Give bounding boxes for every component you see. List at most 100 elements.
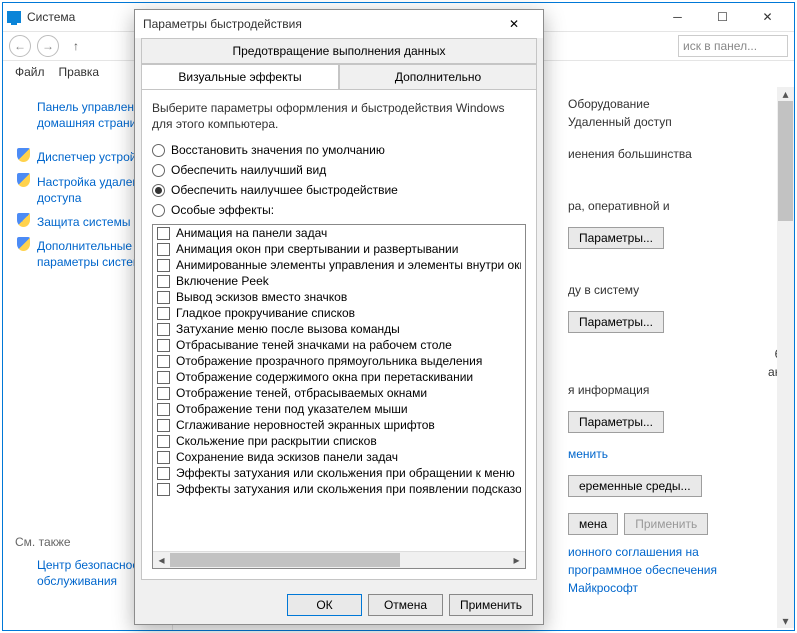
env-vars-button[interactable]: еременные среды... (568, 475, 702, 497)
performance-options-dialog: Параметры быстродействия ✕ Предотвращени… (134, 9, 544, 625)
checkbox-icon[interactable] (157, 227, 170, 240)
nav-up-button[interactable]: ↑ (65, 35, 87, 57)
tab-visual-effects[interactable]: Визуальные эффекты (141, 64, 339, 89)
params-button-3[interactable]: Параметры... (568, 411, 664, 433)
label-info: я информация (568, 381, 788, 399)
checkbox-icon[interactable] (157, 339, 170, 352)
perf-title: Параметры быстродействия (143, 17, 302, 31)
radio-restore-defaults[interactable]: Восстановить значения по умолчанию (152, 140, 526, 160)
checkbox-icon[interactable] (157, 387, 170, 400)
nav-back-button[interactable]: ← (9, 35, 31, 57)
effect-label: Анимация на панели задач (176, 226, 327, 240)
main-right-column: Оборудование Удаленный доступ иенения бо… (568, 85, 788, 630)
search-input[interactable]: иск в панел... (678, 35, 788, 57)
menu-file[interactable]: Файл (15, 65, 45, 79)
checkbox-icon[interactable] (157, 323, 170, 336)
scroll-down-icon[interactable]: ▾ (777, 614, 794, 628)
effect-item[interactable]: Гладкое прокручивание списков (153, 305, 525, 321)
effect-item[interactable]: Сохранение вида эскизов панели задач (153, 449, 525, 465)
radio-label: Обеспечить наилучший вид (171, 163, 326, 177)
main-scrollbar[interactable]: ▴ ▾ (777, 87, 794, 628)
effect-item[interactable]: Скольжение при раскрытии списков (153, 433, 525, 449)
effect-label: Отображение прозрачного прямоугольника в… (176, 354, 482, 368)
label-admin-note: иенения большинства (568, 145, 788, 163)
hscroll-left-icon[interactable]: ◂ (153, 552, 170, 569)
effects-list[interactable]: Анимация на панели задач Анимация окон пр… (153, 225, 525, 551)
bg-cancel-button[interactable]: мена (568, 513, 618, 535)
cancel-button[interactable]: Отмена (368, 594, 443, 616)
scroll-up-icon[interactable]: ▴ (777, 87, 794, 101)
checkbox-icon[interactable] (157, 307, 170, 320)
effect-item[interactable]: Анимация окон при свертывании и разверты… (153, 241, 525, 257)
radio-icon (152, 144, 165, 157)
ok-button[interactable]: ОК (287, 594, 362, 616)
effect-item[interactable]: Отображение содержимого окна при перетас… (153, 369, 525, 385)
monitor-icon (7, 11, 21, 23)
effect-label: Сглаживание неровностей экранных шрифтов (176, 418, 435, 432)
checkbox-icon[interactable] (157, 275, 170, 288)
checkbox-icon[interactable] (157, 243, 170, 256)
system-title: Система (27, 10, 75, 24)
effect-label: Анимированные элементы управления и элем… (176, 258, 521, 272)
checkbox-icon[interactable] (157, 467, 170, 480)
effect-item[interactable]: Отображение теней, отбрасываемых окнами (153, 385, 525, 401)
hscroll-track[interactable] (170, 552, 508, 568)
effect-label: Отображение тени под указателем мыши (176, 402, 408, 416)
params-button-2[interactable]: Параметры... (568, 311, 664, 333)
checkbox-icon[interactable] (157, 355, 170, 368)
radio-best-performance[interactable]: Обеспечить наилучшее быстродействие (152, 180, 526, 200)
horizontal-scrollbar[interactable]: ◂ ▸ (153, 551, 525, 568)
menu-edit[interactable]: Правка (59, 65, 100, 79)
checkbox-icon[interactable] (157, 371, 170, 384)
checkbox-icon[interactable] (157, 419, 170, 432)
scroll-thumb[interactable] (778, 101, 793, 221)
effect-item[interactable]: Анимация на панели задач (153, 225, 525, 241)
effect-label: Эффекты затухания или скольжения при поя… (176, 482, 521, 496)
radio-best-appearance[interactable]: Обеспечить наилучший вид (152, 160, 526, 180)
minimize-button[interactable]: ─ (655, 3, 700, 31)
effect-item[interactable]: Включение Peek (153, 273, 525, 289)
nav-forward-button[interactable]: → (37, 35, 59, 57)
effect-label: Включение Peek (176, 274, 269, 288)
maximize-button[interactable]: ☐ (700, 3, 745, 31)
effect-item[interactable]: Эффекты затухания или скольжения при обр… (153, 465, 525, 481)
close-button[interactable]: ✕ (745, 3, 790, 31)
effects-listbox: Анимация на панели задач Анимация окон пр… (152, 224, 526, 569)
label-remote-tab: Удаленный доступ (568, 113, 788, 131)
checkbox-icon[interactable] (157, 403, 170, 416)
label-hardware-tab: Оборудование (568, 95, 788, 113)
apply-button[interactable]: Применить (449, 594, 533, 616)
perf-close-button[interactable]: ✕ (493, 11, 535, 37)
effect-label: Гладкое прокручивание списков (176, 306, 355, 320)
effect-label: Анимация окон при свертывании и разверты… (176, 242, 458, 256)
effect-label: Сохранение вида эскизов панели задач (176, 450, 398, 464)
tab-dep[interactable]: Предотвращение выполнения данных (141, 38, 537, 64)
effect-item[interactable]: Отбрасывание теней значками на рабочем с… (153, 337, 525, 353)
params-button-1[interactable]: Параметры... (568, 227, 664, 249)
link-license-3[interactable]: Майкрософт (568, 579, 788, 597)
radio-icon (152, 184, 165, 197)
link-license-2[interactable]: программное обеспечения (568, 561, 788, 579)
link-change[interactable]: менить (568, 445, 788, 463)
hscroll-right-icon[interactable]: ▸ (508, 552, 525, 569)
checkbox-icon[interactable] (157, 259, 170, 272)
checkbox-icon[interactable] (157, 435, 170, 448)
radio-custom[interactable]: Особые эффекты: (152, 200, 526, 220)
checkbox-icon[interactable] (157, 291, 170, 304)
effect-item[interactable]: Эффекты затухания или скольжения при поя… (153, 481, 525, 497)
effect-item[interactable]: Отображение тени под указателем мыши (153, 401, 525, 417)
radio-label: Восстановить значения по умолчанию (171, 143, 385, 157)
checkbox-icon[interactable] (157, 483, 170, 496)
tab-advanced[interactable]: Дополнительно (339, 64, 537, 89)
effect-item[interactable]: Анимированные элементы управления и элем… (153, 257, 525, 273)
effect-label: Эффекты затухания или скольжения при обр… (176, 466, 515, 480)
hscroll-thumb[interactable] (170, 553, 400, 567)
effect-item[interactable]: Отображение прозрачного прямоугольника в… (153, 353, 525, 369)
effect-item[interactable]: Сглаживание неровностей экранных шрифтов (153, 417, 525, 433)
label-perf-note: ра, оперативной и (568, 197, 788, 215)
link-license-1[interactable]: ионного соглашения на (568, 543, 788, 561)
bg-apply-button[interactable]: Применить (624, 513, 708, 535)
effect-item[interactable]: Вывод эскизов вместо значков (153, 289, 525, 305)
effect-item[interactable]: Затухание меню после вызова команды (153, 321, 525, 337)
checkbox-icon[interactable] (157, 451, 170, 464)
